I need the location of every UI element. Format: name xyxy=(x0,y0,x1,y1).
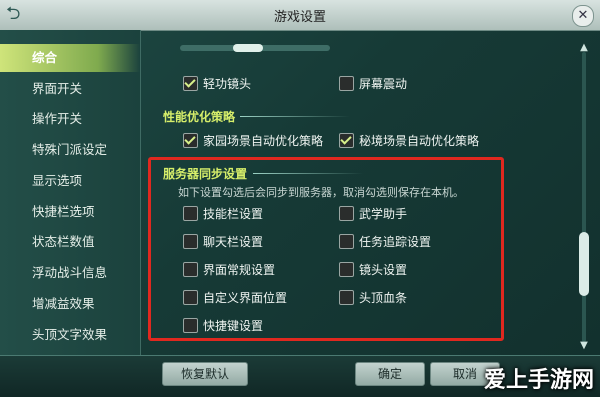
sidebar-item-hotbar-options[interactable]: 快捷栏选项 xyxy=(0,198,140,226)
title-bar: ⮌ 游戏设置 ✕ xyxy=(0,0,600,31)
sidebar-item-general[interactable]: 综合 xyxy=(0,44,140,72)
settings-sidebar: 综合 界面开关 操作开关 特殊门派设定 显示选项 快捷栏选项 状态栏数值 浮动战… xyxy=(0,30,141,370)
highlight-frame xyxy=(148,157,504,341)
sidebar-item-overhead-text[interactable]: 头顶文字效果 xyxy=(0,321,140,349)
sidebar-item-ui-toggles[interactable]: 界面开关 xyxy=(0,75,140,103)
sidebar-item-control-toggles[interactable]: 操作开关 xyxy=(0,105,140,133)
checkbox-box[interactable] xyxy=(339,76,354,91)
section-title-performance: 性能优化策略 xyxy=(163,110,236,124)
scrollbar-thumb[interactable] xyxy=(579,232,589,296)
sidebar-item-special-sect[interactable]: 特殊门派设定 xyxy=(0,136,140,164)
checkbox-label: 秘境场景自动优化策略 xyxy=(359,134,480,148)
sidebar-item-status-values[interactable]: 状态栏数值 xyxy=(0,228,140,256)
scroll-down-arrow-icon[interactable]: ▼ xyxy=(578,340,590,352)
checkbox-home-auto-optimize[interactable]: 家园场景自动优化策略 xyxy=(183,131,343,151)
section-divider xyxy=(240,116,350,117)
checkbox-label: 轻功镜头 xyxy=(203,77,252,91)
close-icon[interactable]: ✕ xyxy=(572,5,594,27)
checkbox-box[interactable] xyxy=(183,76,198,91)
checkbox-label: 家园场景自动优化策略 xyxy=(203,134,324,148)
sidebar-item-display-options[interactable]: 显示选项 xyxy=(0,167,140,195)
sidebar-item-buff-effects[interactable]: 增减益效果 xyxy=(0,290,140,318)
top-slider-thumb[interactable] xyxy=(233,44,263,52)
window-title: 游戏设置 xyxy=(273,10,326,25)
sidebar-item-combat-text[interactable]: 浮动战斗信息 xyxy=(0,259,140,287)
checkbox-secret-realm-auto-optimize[interactable]: 秘境场景自动优化策略 xyxy=(339,131,499,151)
game-settings-window: ⮌ 游戏设置 ✕ 综合 界面开关 操作开关 特殊门派设定 显示选项 快捷栏选项 … xyxy=(0,0,600,397)
checkbox-label: 屏幕震动 xyxy=(359,77,408,91)
confirm-button[interactable]: 确定 xyxy=(355,362,425,386)
checkbox-screen-shake[interactable]: 屏幕震动 xyxy=(339,74,459,94)
checkbox-box[interactable] xyxy=(183,133,198,148)
checkbox-light-skill-camera[interactable]: 轻功镜头 xyxy=(183,74,303,94)
watermark: 爱上手游网 xyxy=(483,368,594,393)
restore-default-button[interactable]: 恢复默认 xyxy=(162,362,248,386)
scrollbar-track[interactable] xyxy=(582,52,586,342)
checkbox-box[interactable] xyxy=(339,133,354,148)
top-slider[interactable] xyxy=(180,44,330,52)
